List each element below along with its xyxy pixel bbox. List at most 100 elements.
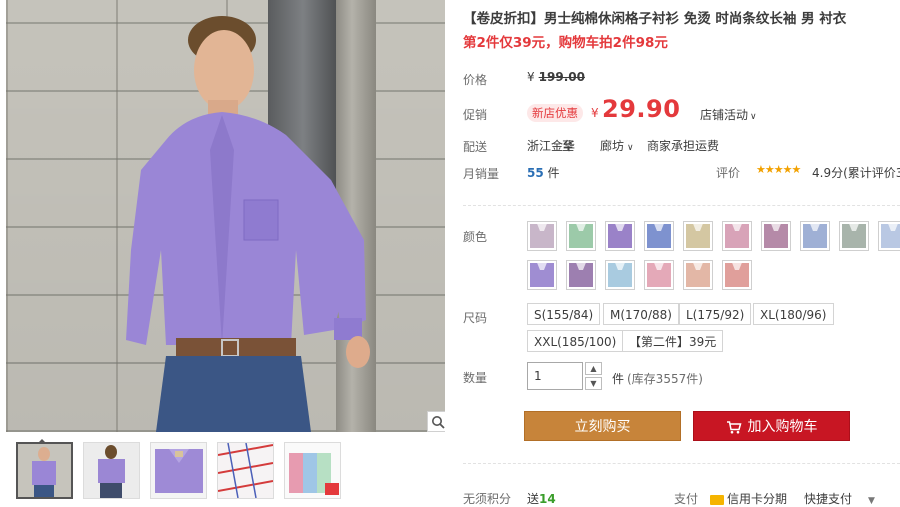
ship-to-word: 至 (562, 139, 575, 153)
sales-count-value: 55 (527, 166, 544, 180)
promo-currency: ¥ (591, 106, 599, 120)
color-swatch-plaid-pink-green[interactable] (527, 221, 557, 251)
shirt-thumbnail (686, 263, 710, 287)
shirt-thumbnail (803, 224, 827, 248)
chevron-up-icon: ▲ (590, 364, 597, 373)
shirt-thumbnail (569, 263, 593, 287)
color-swatch-pale-blue[interactable] (878, 221, 900, 251)
promo-badge: 新店优惠 (527, 104, 583, 122)
main-product-image[interactable] (6, 0, 445, 432)
thumb-shirt-collection (285, 443, 340, 498)
product-title: 【卷皮折扣】男士纯棉休闲格子衬衫 免烫 时尚条纹长袖 男 衬衣 (463, 11, 847, 27)
thumb-plaid-fabric (218, 443, 273, 498)
shirt-thumbnail (725, 263, 749, 287)
points-value: 14 (539, 492, 556, 506)
thumb-model-back (84, 443, 139, 498)
currency-symbol: ¥ (527, 70, 535, 84)
shirt-thumbnail (530, 224, 554, 248)
monthly-sales: 55 件 (527, 164, 560, 181)
size-option-m[interactable]: M(170/88) (603, 303, 679, 325)
divider (463, 463, 900, 464)
zoom-button[interactable] (427, 411, 445, 432)
color-swatch-light-blue-plaid[interactable] (800, 221, 830, 251)
color-swatch-lavender[interactable] (527, 260, 557, 290)
model-wearing-shirt (126, 16, 370, 432)
shirt-thumbnail (647, 263, 671, 287)
size-option-second-item[interactable]: 【第二件】39元 (622, 330, 724, 352)
review-label: 评价 (716, 166, 741, 180)
buy-now-label: 立刻购买 (574, 419, 631, 435)
points-prefix: 送 (527, 492, 540, 506)
color-swatch-gray-green[interactable] (839, 221, 869, 251)
color-swatch-peach[interactable] (683, 260, 713, 290)
thumb-model-front (18, 444, 71, 497)
original-price-value: 199.00 (538, 70, 585, 84)
quantity-decrease-button[interactable]: ▼ (585, 377, 602, 390)
thumbnail-1[interactable] (16, 442, 73, 499)
color-label: 颜色 (463, 230, 488, 244)
shirt-thumbnail (686, 224, 710, 248)
rating-link[interactable]: 4.9分(累计评价3 (812, 164, 900, 181)
monthly-sales-label: 月销量 (463, 167, 500, 181)
shipping-fee-note: 商家承担运费 (647, 139, 720, 153)
credit-card-icon (710, 494, 724, 505)
add-to-cart-label: 加入购物车 (747, 419, 818, 435)
caret-down-icon: ▼ (868, 496, 875, 506)
price-label: 价格 (463, 73, 488, 87)
stock-info: (库存3557件) (627, 372, 703, 386)
promo-label: 促销 (463, 108, 488, 122)
points-info: 送14 (527, 490, 556, 507)
shirt-thumbnail (881, 224, 900, 248)
promo-price: 29.90 (602, 95, 681, 123)
size-option-xxl[interactable]: XXL(185/100) (527, 330, 624, 352)
sales-unit: 件 (547, 166, 560, 180)
shirt-thumbnail (569, 224, 593, 248)
store-activity-dropdown[interactable]: 店铺活动 ∨ (700, 106, 757, 123)
size-option-l[interactable]: L(175/92) (679, 303, 752, 325)
thumbnail-5[interactable] (284, 442, 341, 499)
divider (463, 205, 900, 206)
promo-subtitle: 第2件仅39元，购物车拍2件98元 (463, 35, 668, 51)
quantity-label: 数量 (463, 371, 488, 385)
color-swatch-plaid-green[interactable] (566, 221, 596, 251)
color-swatch-sky-blue[interactable] (605, 260, 635, 290)
rating-stars-icon: ★★★★★ (756, 163, 801, 176)
ship-destination: 廊坊 (600, 139, 625, 153)
ship-destination-selector[interactable]: 廊坊 ∨ (600, 137, 634, 154)
chevron-down-icon: ∨ (627, 143, 634, 153)
quantity-increase-button[interactable]: ▲ (585, 362, 602, 375)
quick-pay[interactable]: 快捷支付 ▼ (804, 490, 875, 507)
color-swatch-rose[interactable] (644, 260, 674, 290)
shirt-thumbnail (530, 263, 554, 287)
size-option-xl[interactable]: XL(180/96) (753, 303, 834, 325)
shirt-thumbnail (725, 224, 749, 248)
quantity-input[interactable] (527, 362, 583, 390)
color-swatch-blue[interactable] (644, 221, 674, 251)
color-swatch-beige-plaid[interactable] (683, 221, 713, 251)
thumbnail-4[interactable] (217, 442, 274, 499)
thumbnail-2[interactable] (83, 442, 140, 499)
size-option-s[interactable]: S(155/84) (527, 303, 601, 325)
color-swatch-purple[interactable] (605, 221, 635, 251)
thumb-folded-shirt (151, 443, 206, 498)
quick-pay-label: 快捷支付 (804, 492, 853, 506)
thumbnail-3[interactable] (150, 442, 207, 499)
color-swatch-violet-plaid[interactable] (566, 260, 596, 290)
shirt-thumbnail (608, 224, 632, 248)
color-swatch-salmon[interactable] (722, 260, 752, 290)
quantity-unit: 件 (612, 372, 625, 386)
buy-now-button[interactable]: 立刻购买 (524, 411, 681, 441)
shipping-label: 配送 (463, 140, 488, 154)
magnifier-icon (432, 415, 445, 429)
credit-card-installment[interactable]: 信用卡分期 (710, 490, 787, 507)
color-swatch-mauve[interactable] (761, 221, 791, 251)
shirt-thumbnail (608, 263, 632, 287)
color-swatch-pink-plaid[interactable] (722, 221, 752, 251)
shirt-thumbnail (647, 224, 671, 248)
add-to-cart-button[interactable]: 加入购物车 (693, 411, 850, 441)
credit-card-label: 信用卡分期 (727, 492, 788, 506)
store-activity-label: 店铺活动 (700, 108, 749, 122)
shopping-cart-icon (726, 420, 741, 433)
size-label: 尺码 (463, 311, 488, 325)
points-label: 无须积分 (463, 492, 512, 506)
